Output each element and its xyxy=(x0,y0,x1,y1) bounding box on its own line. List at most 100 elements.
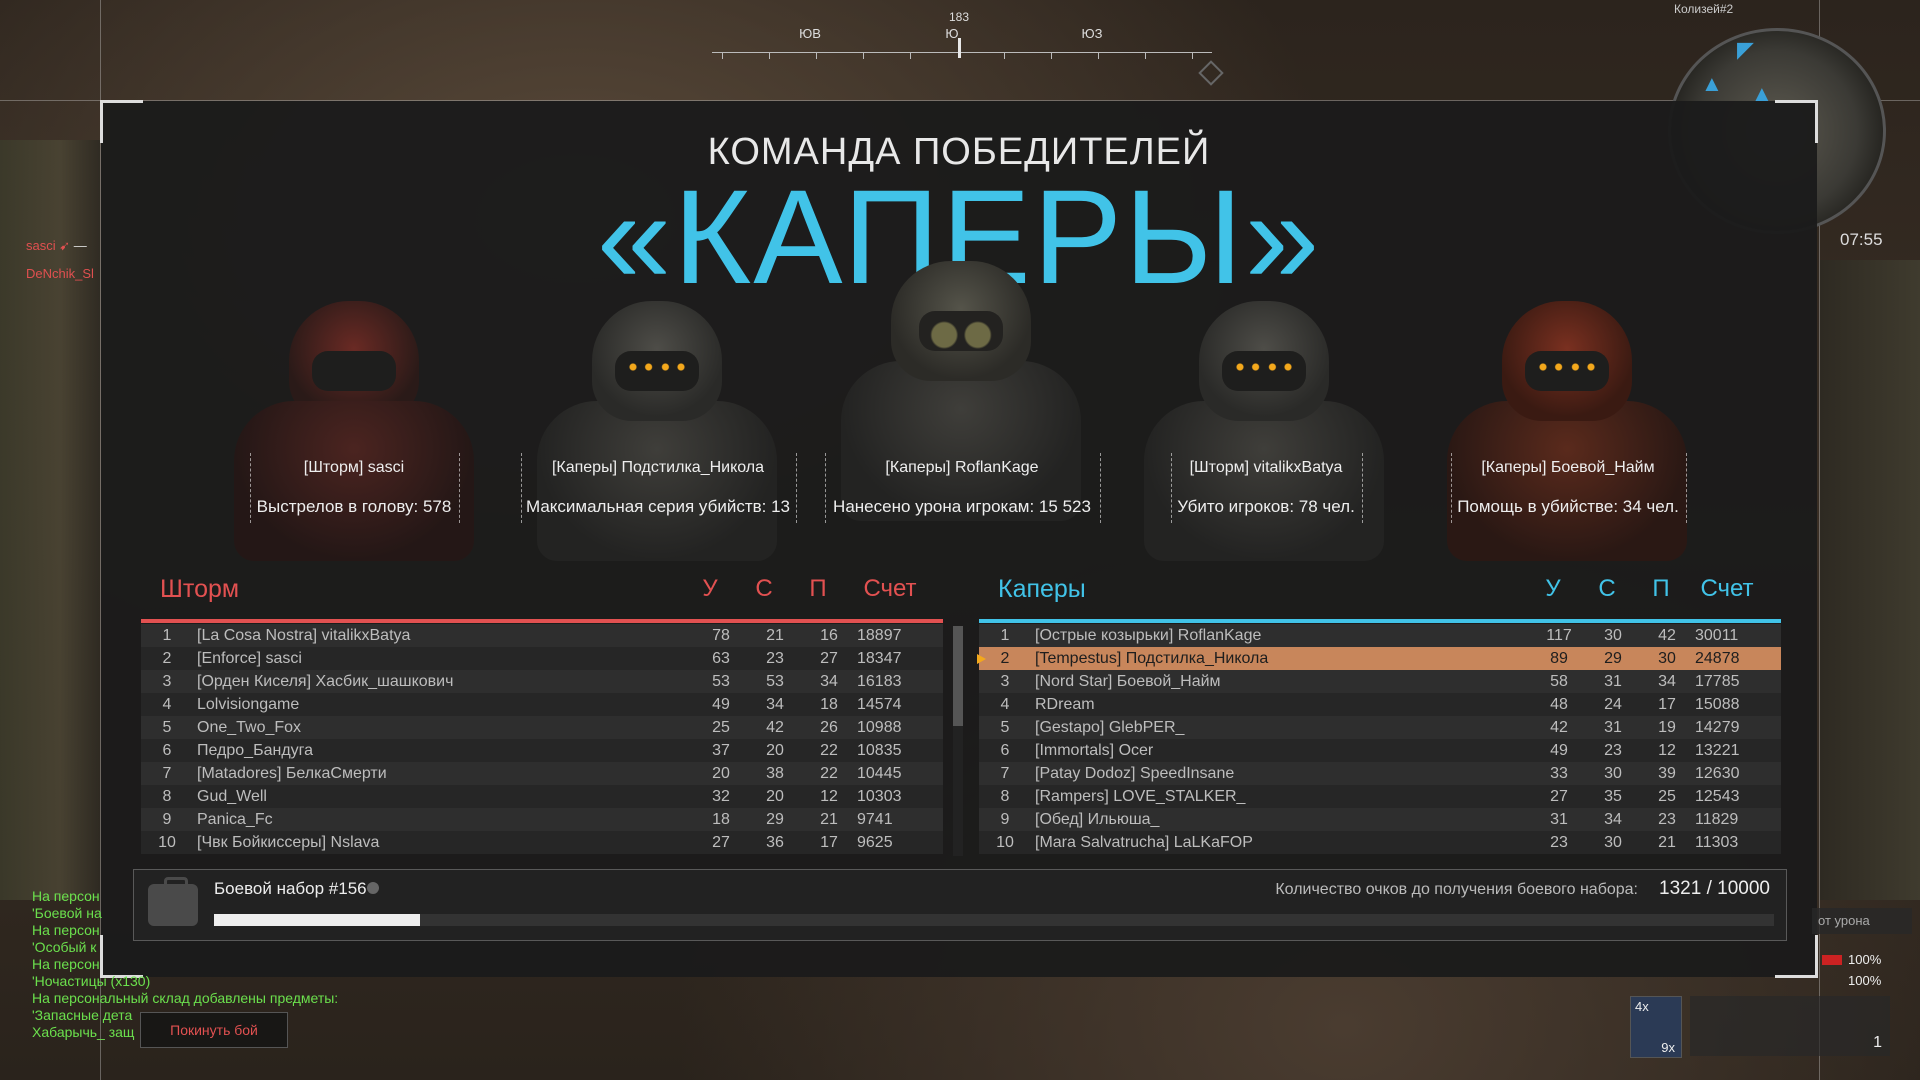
leave-battle-button[interactable]: Покинуть бой xyxy=(140,1012,288,1048)
player-name: [Nord Star] Боевой_Найм xyxy=(1035,673,1221,690)
player-assists: 21 xyxy=(1658,834,1676,851)
compass: 183 ЮВ Ю ЮЗ xyxy=(712,8,1224,86)
player-deaths: 30 xyxy=(1604,834,1622,851)
player-kills: 63 xyxy=(712,650,730,667)
table-row[interactable]: 1 [Острые козырьки] RoflanKage 117 30 42 3001… xyxy=(979,624,1781,647)
mvp-name-5: [Каперы] Боевой_Найм xyxy=(1481,459,1655,476)
player-deaths: 23 xyxy=(766,650,784,667)
player-score: 14574 xyxy=(857,696,902,713)
table-row[interactable]: 2 [Tempestus] Подстилка_Никола 89 29 30 24878 xyxy=(977,647,1781,670)
scoreboard-scrollbar[interactable] xyxy=(953,626,963,856)
table-row[interactable]: 7 [Patay Dodoz] SpeedInsane 33 30 39 12630 xyxy=(979,762,1781,785)
table-row[interactable]: 9 [Обед] Ильюша_ 31 34 23 11829 xyxy=(979,808,1781,831)
player-name: [Mara Salvatrucha] LaLKaFOP xyxy=(1035,834,1253,851)
player-name: One_Two_Fox xyxy=(197,719,302,736)
objective-marker-icon xyxy=(1198,60,1224,86)
player-deaths: 20 xyxy=(766,788,784,805)
player-assists: 17 xyxy=(820,834,838,851)
table-row[interactable]: 4 Lolvisiongame 49 34 18 14574 xyxy=(141,693,943,716)
table-row[interactable]: 5 One_Two_Fox 25 42 26 10988 xyxy=(141,716,943,739)
mvp-name-4: [Шторм] vitalikxBatya xyxy=(1189,459,1343,476)
chat-line: На персон xyxy=(32,888,100,904)
table-row[interactable]: 10 [Чвк Бойкиссеры] Nslava 27 36 17 9625 xyxy=(141,831,943,854)
player-score: 11829 xyxy=(1695,811,1739,828)
player-deaths: 42 xyxy=(766,719,784,736)
player-deaths: 35 xyxy=(1604,788,1622,805)
player-score: 9625 xyxy=(857,834,893,851)
player-rank: 2 xyxy=(1000,650,1010,667)
player-score: 10835 xyxy=(857,742,902,759)
table-row[interactable]: 9 Panica_Fc 18 29 21 9741 xyxy=(141,808,943,831)
player-assists: 16 xyxy=(820,627,838,644)
player-kills: 49 xyxy=(712,696,730,713)
player-name: Panica_Fc xyxy=(197,811,273,828)
current-player-arrow-icon xyxy=(977,654,986,664)
mvp-stat-4: Убито игроков: 78 чел. xyxy=(1177,497,1355,516)
background-wall-right xyxy=(1820,260,1920,900)
table-row[interactable]: 7 [Matadores] БелкаСмерти 20 38 22 10445 xyxy=(141,762,943,785)
kill-icon: ➹ xyxy=(59,238,71,253)
table-row[interactable]: 2 [Enforce] sasci 63 23 27 18347 xyxy=(141,647,943,670)
kit-need-label: Количество очков до получения боевого на… xyxy=(1275,881,1638,898)
player-name: RDream xyxy=(1035,696,1095,713)
col-header-assists: П xyxy=(809,575,827,602)
mvp-name-1: [Шторм] sasci xyxy=(303,459,405,476)
player-deaths: 31 xyxy=(1604,673,1622,690)
player-assists: 12 xyxy=(1658,742,1676,759)
player-score: 17785 xyxy=(1695,673,1740,690)
table-row[interactable]: 8 [Rampers] LOVE_STALKER_ 27 35 25 12543 xyxy=(979,785,1781,808)
table-row[interactable]: 1 [La Cosa Nostra] vitalikxBatya 78 21 16 188… xyxy=(141,624,943,647)
match-results-panel: КОМАНДА ПОБЕДИТЕЛЕЙ «КАПЕРЫ» [Шторм] sas… xyxy=(100,100,1818,978)
player-name: Gud_Well xyxy=(197,788,267,805)
player-rank: 3 xyxy=(1000,673,1010,690)
chat-line: 'Особый к xyxy=(32,939,97,955)
player-rank: 10 xyxy=(158,834,176,851)
player-name: [Tempestus] Подстилка_Никола xyxy=(1035,650,1269,667)
table-row[interactable]: 3 [Nord Star] Боевой_Найм 58 31 34 17785 xyxy=(979,670,1781,693)
player-deaths: 30 xyxy=(1604,627,1622,644)
player-rank: 4 xyxy=(162,696,172,713)
compass-tick xyxy=(863,52,864,59)
player-kills: 23 xyxy=(1550,834,1568,851)
player-score: 12630 xyxy=(1695,765,1740,782)
player-score: 24878 xyxy=(1695,650,1740,667)
player-rank: 6 xyxy=(1000,742,1010,759)
player-kills: 78 xyxy=(712,627,730,644)
player-rank: 7 xyxy=(162,765,172,782)
player-assists: 34 xyxy=(1658,673,1676,690)
teammate-arrow-icon: ▲ xyxy=(1701,71,1723,96)
player-kills: 32 xyxy=(712,788,730,805)
chat-line: 'Боевой на xyxy=(32,905,102,921)
chat-line: 'Ночастицы (x130) xyxy=(32,973,151,989)
compass-label-s: Ю xyxy=(945,26,959,41)
table-row[interactable]: 5 [Gestapo] GlebPER_ 42 31 19 14279 xyxy=(979,716,1781,739)
col-header-deaths: С xyxy=(755,575,773,602)
table-row[interactable]: 3 [Орден Киселя] Хасбик_шашкович 53 53 34 161… xyxy=(141,670,943,693)
player-kills: 49 xyxy=(1550,742,1568,759)
player-kills: 42 xyxy=(1550,719,1568,736)
player-assists: 39 xyxy=(1658,765,1676,782)
player-name: [Обед] Ильюша_ xyxy=(1035,811,1160,828)
table-row[interactable]: 6 [Immortals] Ocer 49 23 12 13221 xyxy=(979,739,1781,762)
player-kills: 117 xyxy=(1546,627,1572,644)
player-name: [Patay Dodoz] SpeedInsane xyxy=(1035,765,1235,782)
player-name: [Чвк Бойкиссеры] Nslava xyxy=(197,834,380,851)
killfeed-entry: DeNchik_Sl xyxy=(26,266,94,281)
col-header-deaths: С xyxy=(1598,575,1616,602)
medkit-slot[interactable]: 4x 9x xyxy=(1630,996,1682,1058)
storm-header-line xyxy=(141,619,943,623)
info-icon[interactable] xyxy=(367,882,379,894)
table-row[interactable]: 6 Педро_Бандуга 37 20 22 10835 xyxy=(141,739,943,762)
player-assists: 21 xyxy=(820,811,838,828)
player-kills: 20 xyxy=(712,765,730,782)
scrollbar-thumb[interactable] xyxy=(953,626,963,726)
table-row[interactable]: 8 Gud_Well 32 20 12 10303 xyxy=(141,785,943,808)
mvp-stat-3: Нанесено урона игрокам: 15 523 xyxy=(833,497,1091,516)
player-kills: 48 xyxy=(1550,696,1568,713)
player-name: [Орден Киселя] Хасбик_шашкович xyxy=(197,673,454,690)
player-rank: 8 xyxy=(1000,788,1010,805)
chat-line: На персон xyxy=(32,922,100,938)
table-row[interactable]: 10 [Mara Salvatrucha] LaLKaFOP 23 30 21 11303 xyxy=(979,831,1781,854)
player-name: [Matadores] БелкаСмерти xyxy=(197,765,387,782)
table-row[interactable]: 4 RDream 48 24 17 15088 xyxy=(979,693,1781,716)
